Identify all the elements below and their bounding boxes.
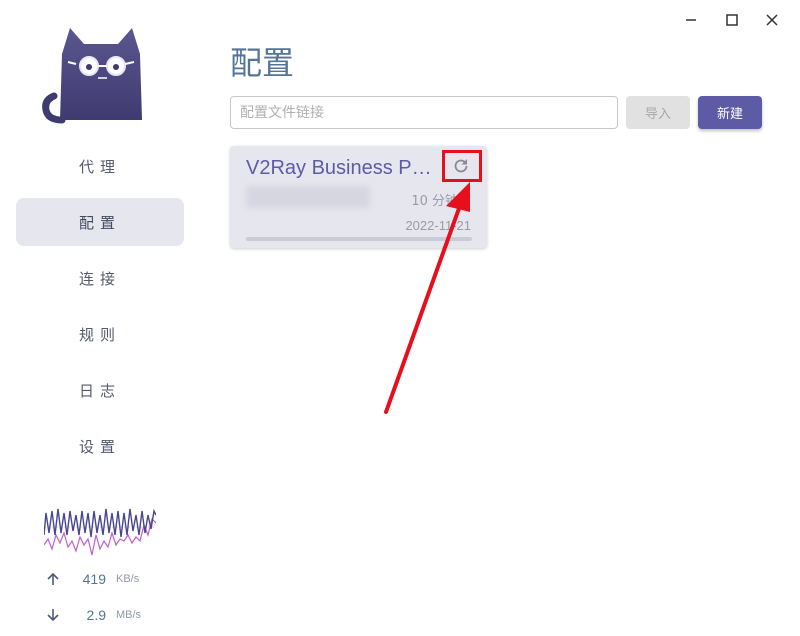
arrow-down-icon bbox=[46, 607, 64, 623]
close-button[interactable] bbox=[761, 10, 783, 30]
sidebar-item-settings[interactable]: 设置 bbox=[16, 422, 184, 470]
sidebar-item-label: 日志 bbox=[78, 381, 121, 400]
minimize-button[interactable] bbox=[680, 10, 702, 30]
sidebar-item-label: 配置 bbox=[78, 213, 121, 232]
minimize-icon bbox=[686, 19, 696, 21]
profile-date: 2022-11-21 bbox=[405, 218, 471, 233]
page-title: 配置 bbox=[230, 44, 295, 82]
profile-url-input[interactable] bbox=[230, 96, 618, 129]
traffic-graph bbox=[44, 508, 156, 556]
download-value: 2.9 bbox=[86, 607, 106, 623]
cat-logo bbox=[42, 28, 142, 124]
sidebar-item-rules[interactable]: 规则 bbox=[16, 310, 184, 358]
sidebar-item-logs[interactable]: 日志 bbox=[16, 366, 184, 414]
close-icon bbox=[766, 14, 778, 26]
new-button[interactable]: 新建 bbox=[698, 96, 762, 129]
maximize-icon bbox=[726, 14, 738, 26]
sidebar-item-connections[interactable]: 连接 bbox=[16, 254, 184, 302]
profile-updated-time: 10 分钟前 bbox=[411, 194, 471, 209]
profile-name: V2Ray Business P… bbox=[246, 157, 432, 179]
sidebar-item-label: 规则 bbox=[78, 325, 121, 344]
download-speed: 2.9 MB/s bbox=[46, 605, 166, 625]
annotation-highlight-box bbox=[442, 150, 482, 182]
upload-speed: 419 KB/s bbox=[46, 569, 166, 589]
upload-unit: KB/s bbox=[116, 573, 140, 585]
arrow-up-icon bbox=[46, 571, 64, 587]
sidebar-nav: 代理 配置 连接 规则 日志 设置 bbox=[16, 142, 184, 478]
upload-value: 419 bbox=[82, 571, 106, 587]
import-button[interactable]: 导入 bbox=[626, 96, 690, 129]
download-unit: MB/s bbox=[116, 609, 142, 621]
profile-usage-bar bbox=[246, 237, 472, 241]
sidebar-item-proxy[interactable]: 代理 bbox=[16, 142, 184, 190]
sidebar-item-label: 代理 bbox=[78, 157, 121, 176]
sidebar-item-label: 设置 bbox=[78, 437, 121, 456]
maximize-button[interactable] bbox=[721, 10, 743, 30]
profile-url-redacted bbox=[246, 186, 370, 208]
sidebar-item-profiles[interactable]: 配置 bbox=[16, 198, 184, 246]
sidebar-item-label: 连接 bbox=[78, 269, 121, 288]
profile-card[interactable]: V2Ray Business P… 10 分钟前 2022-11-21 bbox=[230, 146, 487, 248]
